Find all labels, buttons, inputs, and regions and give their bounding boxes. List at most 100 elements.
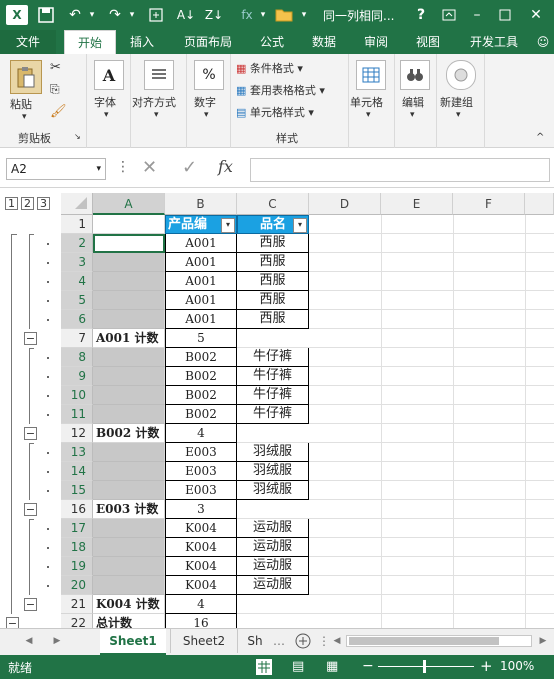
alignment-dropdown-icon[interactable]: ▾: [154, 110, 159, 120]
collapse-group-button[interactable]: −: [24, 427, 37, 440]
percent-icon[interactable]: %: [194, 60, 224, 90]
font-label[interactable]: 字体: [94, 94, 116, 110]
tab-page-layout[interactable]: 页面布局: [172, 30, 244, 54]
cell-b6[interactable]: A001: [165, 310, 237, 329]
cell-c18[interactable]: 运动服: [237, 538, 309, 557]
row-header-21[interactable]: 21: [61, 595, 93, 614]
cell-a11[interactable]: [93, 405, 165, 424]
alignment-icon[interactable]: [144, 60, 174, 90]
outline-level-3[interactable]: 3: [37, 197, 50, 210]
zoom-in-icon[interactable]: +: [480, 657, 493, 675]
row-4-rest[interactable]: [309, 272, 554, 291]
customize-qat-icon[interactable]: ▾: [298, 5, 310, 25]
conditional-format-button[interactable]: ▦ 条件格式 ▾: [236, 60, 303, 76]
copy-icon[interactable]: ⎘: [50, 82, 60, 97]
cells-label[interactable]: 单元格: [350, 94, 383, 110]
cells-group[interactable]: 单元格 ▾: [348, 54, 395, 148]
row-header-20[interactable]: 20: [61, 576, 93, 595]
row-header-13[interactable]: 13: [61, 443, 93, 462]
outline-level-2[interactable]: 2: [21, 197, 34, 210]
number-dropdown-icon[interactable]: ▾: [204, 110, 209, 120]
select-all-button[interactable]: [61, 193, 93, 215]
tab-formulas[interactable]: 公式: [250, 30, 294, 54]
binoculars-icon[interactable]: [400, 60, 430, 90]
cell-c4[interactable]: 西服: [237, 272, 309, 291]
ribbon-options-icon[interactable]: [440, 5, 458, 25]
cell-a20[interactable]: [93, 576, 165, 595]
cell-c3[interactable]: 西服: [237, 253, 309, 272]
name-box-dropdown-icon[interactable]: ▾: [96, 159, 101, 179]
row-header-10[interactable]: 10: [61, 386, 93, 405]
insert-function-icon[interactable]: fx: [218, 157, 233, 176]
outline-level-1[interactable]: 1: [5, 197, 18, 210]
cell-a16[interactable]: E003 计数: [93, 500, 165, 519]
cell-b20[interactable]: K004: [165, 576, 237, 595]
cell-b21[interactable]: 4: [165, 595, 237, 614]
cell-b7[interactable]: 5: [165, 329, 237, 348]
row-header-5[interactable]: 5: [61, 291, 93, 310]
cell-c10[interactable]: 牛仔裤: [237, 386, 309, 405]
row-header-12[interactable]: 12: [61, 424, 93, 443]
tab-view[interactable]: 视图: [406, 30, 450, 54]
cell-styles-button[interactable]: ▤ 单元格样式 ▾: [236, 104, 314, 120]
row-header-1[interactable]: 1: [61, 215, 93, 234]
cell-a5[interactable]: [93, 291, 165, 310]
row-2-rest[interactable]: [309, 234, 554, 253]
row-14-rest[interactable]: [309, 462, 554, 481]
collapse-group-button[interactable]: −: [24, 332, 37, 345]
cell-c14[interactable]: 羽绒服: [237, 462, 309, 481]
cell-a9[interactable]: [93, 367, 165, 386]
cell-c16[interactable]: [237, 500, 309, 519]
cell-a21[interactable]: K004 计数: [93, 595, 165, 614]
column-header-b[interactable]: B: [165, 193, 237, 215]
row-header-9[interactable]: 9: [61, 367, 93, 386]
name-box[interactable]: A2 ▾: [6, 158, 106, 180]
tab-data[interactable]: 数据: [302, 30, 346, 54]
row-6-rest[interactable]: [309, 310, 554, 329]
cell-a10[interactable]: [93, 386, 165, 405]
row-10-rest[interactable]: [309, 386, 554, 405]
save-icon[interactable]: [36, 5, 56, 25]
column-header-f[interactable]: F: [453, 193, 525, 215]
cell-a15[interactable]: [93, 481, 165, 500]
cell-b13[interactable]: E003: [165, 443, 237, 462]
row-16-rest[interactable]: [309, 500, 554, 519]
formula-bar-menu-icon[interactable]: ⋮: [116, 159, 130, 175]
row-17-rest[interactable]: [309, 519, 554, 538]
cell-b10[interactable]: B002: [165, 386, 237, 405]
cell-a2[interactable]: [93, 234, 165, 253]
collapse-group-button[interactable]: −: [24, 598, 37, 611]
zoom-level[interactable]: 100%: [500, 659, 534, 673]
clipboard-launcher-icon[interactable]: ↘: [74, 132, 81, 141]
row-header-14[interactable]: 14: [61, 462, 93, 481]
collapse-ribbon-icon[interactable]: ^: [536, 132, 544, 143]
page-layout-view-icon[interactable]: ▤: [292, 659, 304, 674]
row-11-rest[interactable]: [309, 405, 554, 424]
cell-c12[interactable]: [237, 424, 309, 443]
zoom-out-icon[interactable]: −: [362, 658, 374, 674]
editing-dropdown-icon[interactable]: ▾: [410, 110, 415, 120]
cell-c15[interactable]: 羽绒服: [237, 481, 309, 500]
row-9-rest[interactable]: [309, 367, 554, 386]
cell-c5[interactable]: 西服: [237, 291, 309, 310]
paste-label[interactable]: 粘贴: [10, 96, 32, 112]
number-group[interactable]: % 数字 ▾: [186, 54, 231, 148]
redo-dropdown-icon[interactable]: ▾: [126, 5, 138, 25]
cancel-icon[interactable]: ✕: [142, 157, 157, 178]
more-sheets-icon[interactable]: …: [272, 629, 286, 653]
cell-a8[interactable]: [93, 348, 165, 367]
cell-a18[interactable]: [93, 538, 165, 557]
close-icon[interactable]: ✕: [526, 5, 546, 25]
next-sheet-icon[interactable]: ▶: [50, 629, 64, 653]
format-as-table-button[interactable]: ▦ 套用表格格式 ▾: [236, 82, 325, 98]
qat-dropdown-icon[interactable]: ▾: [258, 5, 268, 25]
cell-b15[interactable]: E003: [165, 481, 237, 500]
column-header-a[interactable]: A: [93, 193, 165, 215]
cell-b5[interactable]: A001: [165, 291, 237, 310]
cell-a12[interactable]: B002 计数: [93, 424, 165, 443]
cell-b19[interactable]: K004: [165, 557, 237, 576]
row-13-rest[interactable]: [309, 443, 554, 462]
cell-b17[interactable]: K004: [165, 519, 237, 538]
new-group-label[interactable]: 新建组: [440, 94, 473, 110]
cell-b1[interactable]: 产品编 ▾: [165, 215, 237, 234]
